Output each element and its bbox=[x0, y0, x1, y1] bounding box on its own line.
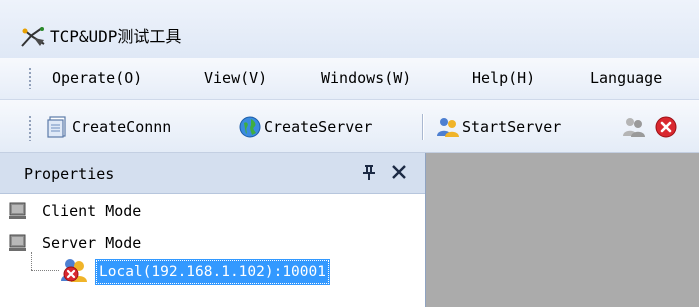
users-disabled-icon bbox=[623, 118, 645, 137]
create-connection-button[interactable]: CreateConnn bbox=[46, 114, 171, 140]
toolbar-separator bbox=[422, 114, 424, 140]
close-connection-button[interactable] bbox=[654, 114, 678, 140]
tree-item-client-mode[interactable]: Client Mode bbox=[8, 199, 141, 223]
computer-icon bbox=[9, 234, 26, 251]
start-server-button[interactable]: StartServer bbox=[436, 114, 561, 140]
properties-panel: Properties Client Mode Server Mode Local… bbox=[0, 153, 426, 307]
computer-icon bbox=[9, 202, 26, 219]
tree-item-label: Client Mode bbox=[42, 202, 142, 220]
window-title: TCP&UDP测试工具 bbox=[50, 27, 182, 46]
start-server-label: StartServer bbox=[462, 118, 562, 136]
menu-view[interactable]: View(V) bbox=[200, 67, 271, 89]
tree-connector bbox=[31, 252, 32, 270]
app-window: TCP&UDP测试工具 Operate(O) View(V) Windows(W… bbox=[0, 0, 699, 307]
tree-item-server-mode[interactable]: Server Mode bbox=[8, 231, 141, 255]
title-bar: TCP&UDP测试工具 bbox=[0, 0, 699, 58]
menu-windows[interactable]: Windows(W) bbox=[317, 67, 415, 89]
toolbar: CreateConnn CreateServer StartServer bbox=[0, 100, 699, 153]
close-icon[interactable] bbox=[389, 162, 409, 182]
new-document-icon bbox=[47, 116, 66, 138]
create-server-button[interactable]: CreateServer bbox=[238, 114, 372, 140]
menu-help[interactable]: Help(H) bbox=[468, 67, 539, 89]
stop-server-button[interactable] bbox=[622, 114, 646, 140]
create-connection-label: CreateConnn bbox=[72, 118, 172, 136]
pin-icon[interactable] bbox=[360, 162, 378, 182]
globe-icon bbox=[239, 116, 261, 138]
red-close-icon bbox=[655, 116, 677, 138]
menu-operate[interactable]: Operate(O) bbox=[48, 67, 146, 89]
workspace-area[interactable] bbox=[426, 153, 699, 307]
tree-item-label: Server Mode bbox=[42, 234, 142, 252]
tree-item-local-server[interactable]: Local(192.168.1.102):10001 bbox=[95, 259, 330, 285]
menu-bar: Operate(O) View(V) Windows(W) Help(H) La… bbox=[0, 58, 699, 100]
users-icon bbox=[437, 118, 459, 137]
create-server-label: CreateServer bbox=[264, 118, 373, 136]
users-stop-icon bbox=[61, 259, 87, 282]
toolbar-grip[interactable] bbox=[28, 115, 32, 141]
menubar-grip[interactable] bbox=[28, 67, 32, 89]
menu-language[interactable]: Language bbox=[586, 67, 666, 89]
properties-title: Properties bbox=[24, 165, 115, 183]
scissors-app-icon bbox=[21, 27, 45, 47]
tree-connector bbox=[31, 270, 59, 271]
properties-header: Properties bbox=[0, 153, 425, 194]
